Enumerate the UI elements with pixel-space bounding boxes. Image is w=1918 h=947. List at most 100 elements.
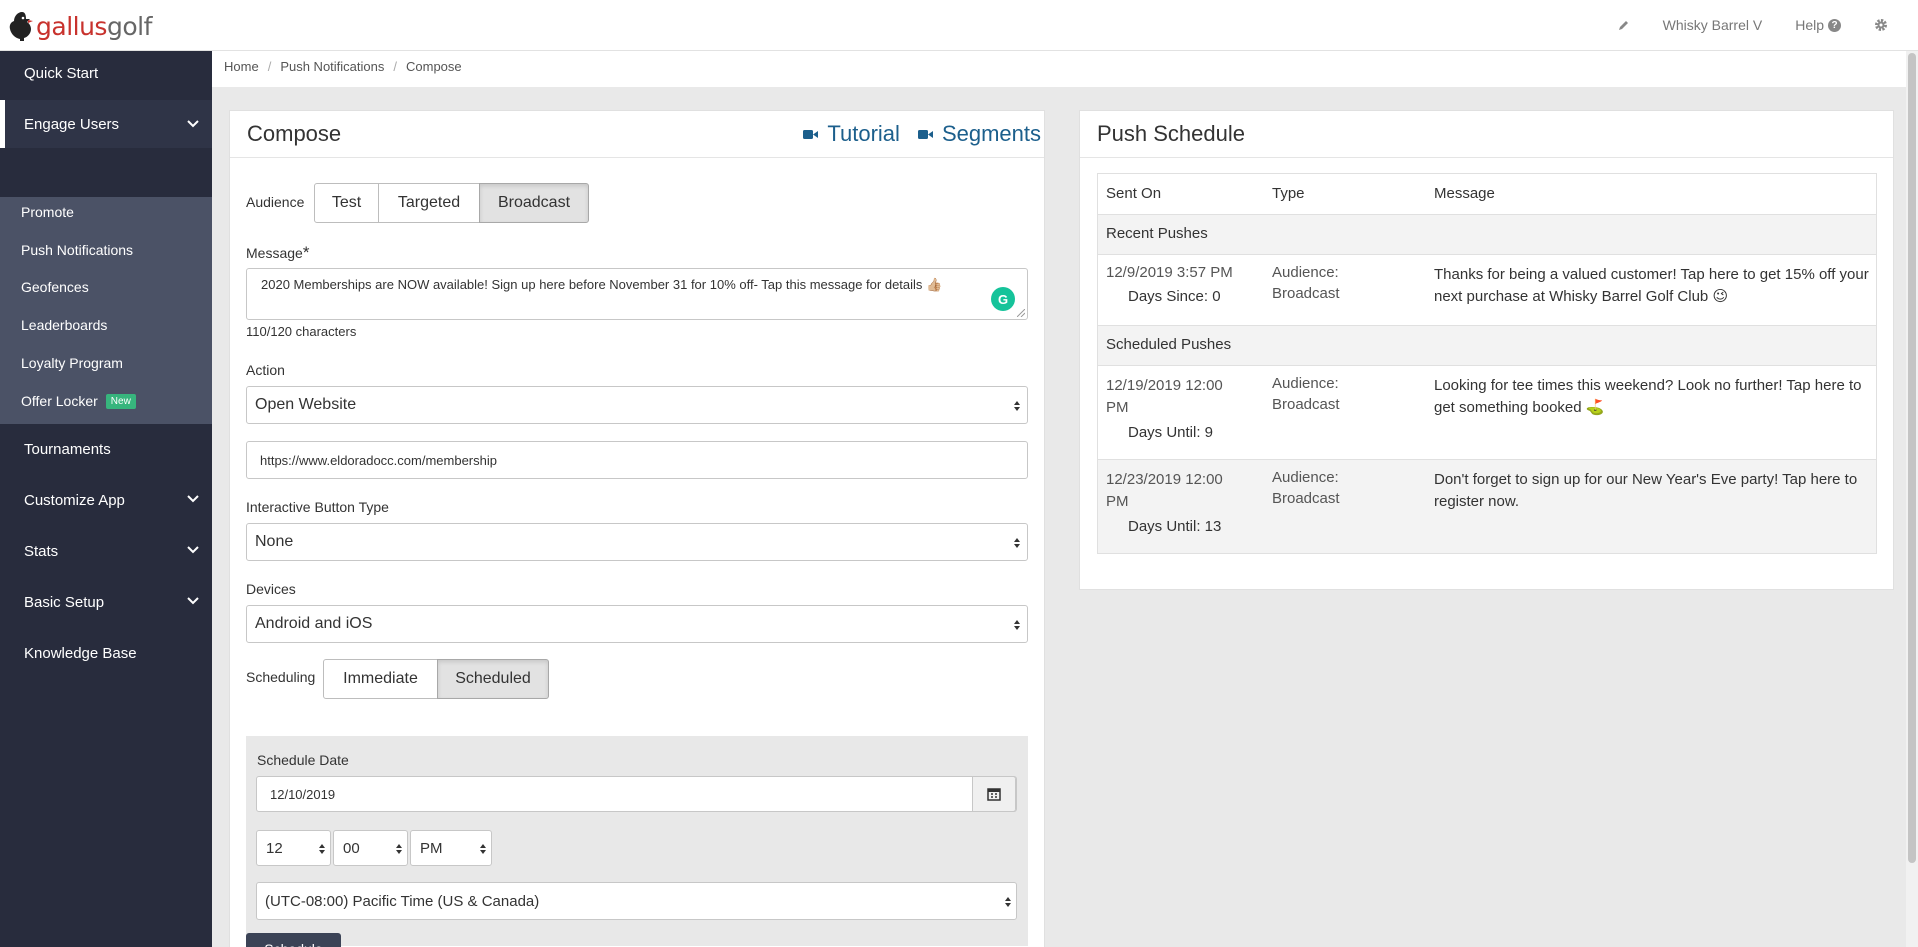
audience-test-button[interactable]: Test: [314, 183, 379, 223]
top-bar: gallusgolf Whisky Barrel V Help ?: [0, 0, 1918, 51]
sidebar-item-engage-users[interactable]: Engage Users: [0, 100, 212, 148]
calendar-button[interactable]: [972, 776, 1016, 812]
character-count: 110/120 characters: [246, 324, 357, 339]
sidebar-item-tournaments[interactable]: Tournaments: [0, 427, 212, 471]
scheduling-scheduled-button[interactable]: Scheduled: [437, 659, 549, 699]
schedule-date-label: Schedule Date: [257, 752, 349, 768]
url-input[interactable]: https://www.eldoradocc.com/membership: [246, 441, 1028, 479]
tutorial-link[interactable]: Tutorial: [803, 121, 900, 147]
settings-button[interactable]: [1874, 18, 1888, 32]
select-arrows-icon: [1014, 620, 1020, 630]
push-type-line2: Broadcast: [1272, 285, 1340, 302]
schedule-date-value: 12/10/2019: [270, 786, 336, 802]
compose-title: Compose: [247, 121, 342, 146]
interactive-button-type-label: Interactive Button Type: [246, 499, 389, 515]
calendar-icon: [987, 788, 1001, 801]
url-input-value: https://www.eldoradocc.com/membership: [260, 452, 497, 468]
group-label-recent: Recent Pushes: [1106, 225, 1208, 242]
grammarly-icon[interactable]: G: [991, 287, 1015, 311]
breadcrumb-home[interactable]: Home: [224, 59, 259, 74]
table-row[interactable]: 12/23/2019 12:00 PM Days Until: 13 Audie…: [1098, 459, 1876, 553]
required-mark: *: [302, 243, 310, 262]
hour-select[interactable]: 12: [256, 830, 331, 866]
sidebar-subitem-geofences[interactable]: Geofences: [0, 272, 212, 302]
club-name-link[interactable]: Whisky Barrel V: [1663, 17, 1763, 33]
resize-handle-icon[interactable]: [1017, 309, 1025, 317]
sidebar-subitem-offer-locker[interactable]: Offer Locker New: [0, 386, 212, 416]
question-circle-icon: ?: [1828, 18, 1841, 32]
help-label: Help: [1795, 17, 1824, 33]
devices-select[interactable]: Android and iOS: [246, 605, 1028, 643]
breadcrumb-push-notifications[interactable]: Push Notifications: [280, 59, 384, 74]
breadcrumb-bar: Home / Push Notifications / Compose: [212, 51, 1918, 87]
minute-value: 00: [343, 839, 360, 857]
push-schedule-title: Push Schedule: [1097, 121, 1245, 146]
chevron-down-icon: [187, 597, 199, 605]
segments-link[interactable]: Segments: [917, 121, 1041, 147]
table-header-row: Sent On Type Message: [1098, 174, 1876, 214]
segments-label: Segments: [941, 121, 1041, 146]
column-header-message: Message: [1434, 185, 1495, 202]
sidebar-subitem-push-notifications[interactable]: Push Notifications: [0, 235, 212, 265]
sidebar-subitem-promote[interactable]: Promote: [0, 197, 212, 227]
audience-button-group: Test Targeted Broadcast: [314, 183, 589, 223]
interactive-button-type-value: None: [255, 533, 294, 550]
ampm-select[interactable]: PM: [410, 830, 492, 866]
help-link[interactable]: Help ?: [1795, 17, 1841, 33]
timezone-value: (UTC-08:00) Pacific Time (US & Canada): [265, 892, 540, 910]
select-arrows-icon: [480, 844, 486, 854]
sidebar: Quick Start Engage Users Promote Push No…: [0, 51, 212, 947]
select-arrows-icon: [396, 844, 402, 854]
message-label-text: Message: [246, 245, 303, 261]
push-message: Don't forget to sign up for our New Year…: [1434, 471, 1858, 510]
minute-select[interactable]: 00: [333, 830, 408, 866]
sidebar-subitem-leaderboards[interactable]: Leaderboards: [0, 310, 212, 340]
audience-label: Audience: [246, 194, 305, 210]
logo-text-golf: golf: [106, 11, 152, 41]
breadcrumb-compose: Compose: [406, 59, 462, 74]
select-arrows-icon: [1005, 897, 1011, 907]
rooster-logo-icon: [9, 12, 33, 41]
sidebar-item-quick-start[interactable]: Quick Start: [0, 51, 212, 95]
sidebar-item-stats[interactable]: Stats: [0, 529, 212, 573]
select-arrows-icon: [319, 844, 325, 854]
schedule-date-input[interactable]: 12/10/2019: [256, 776, 1017, 812]
gallus-golf-logo[interactable]: gallusgolf: [8, 9, 152, 43]
push-type-line1: Audience:: [1272, 264, 1339, 281]
sidebar-item-label: Basic Setup: [24, 593, 105, 611]
push-type-line1: Audience:: [1272, 469, 1339, 486]
audience-broadcast-button[interactable]: Broadcast: [479, 183, 589, 223]
timezone-select[interactable]: (UTC-08:00) Pacific Time (US & Canada): [256, 882, 1017, 920]
video-camera-icon: [917, 129, 933, 139]
page-scrollbar-thumb[interactable]: [1908, 53, 1916, 863]
schedule-button[interactable]: Schedule: [246, 933, 341, 947]
sidebar-item-label: Quick Start: [24, 64, 99, 82]
hour-value: 12: [266, 839, 283, 857]
push-schedule-panel: Push Schedule Sent On Type Message Recen…: [1079, 110, 1894, 590]
table-row[interactable]: 12/19/2019 12:00 PM Days Until: 9 Audien…: [1098, 365, 1876, 459]
scheduling-label: Scheduling: [246, 669, 316, 685]
push-type-line1: Audience:: [1272, 375, 1339, 392]
message-textarea[interactable]: 2020 Memberships are NOW available! Sign…: [246, 268, 1028, 320]
sidebar-item-knowledge-base[interactable]: Knowledge Base: [0, 631, 212, 675]
push-schedule-table: Sent On Type Message Recent Pushes 12/9/…: [1097, 173, 1877, 554]
push-type-line2: Broadcast: [1272, 490, 1340, 507]
edit-button[interactable]: [1617, 19, 1630, 32]
audience-targeted-button[interactable]: Targeted: [378, 183, 480, 223]
interactive-button-type-select[interactable]: None: [246, 523, 1028, 561]
push-days: Days Since: 0: [1128, 288, 1221, 305]
sidebar-subitem-loyalty-program[interactable]: Loyalty Program: [0, 348, 212, 378]
action-select[interactable]: Open Website: [246, 386, 1028, 424]
new-badge: New: [105, 393, 136, 409]
sidebar-subitem-label: Push Notifications: [21, 242, 134, 258]
select-arrows-icon: [1014, 538, 1020, 548]
scheduling-immediate-button[interactable]: Immediate: [323, 659, 438, 699]
sidebar-subitem-label: Offer Locker: [21, 393, 98, 409]
table-row[interactable]: 12/9/2019 3:57 PM Days Since: 0 Audience…: [1098, 254, 1876, 325]
sidebar-submenu-engage-users: Promote Push Notifications Geofences Lea…: [0, 197, 212, 424]
sidebar-item-label: Stats: [24, 542, 59, 560]
sidebar-item-label: Engage Users: [24, 115, 120, 133]
sidebar-item-basic-setup[interactable]: Basic Setup: [0, 580, 212, 624]
push-date: 12/9/2019 3:57 PM: [1106, 264, 1233, 281]
sidebar-item-customize-app[interactable]: Customize App: [0, 478, 212, 522]
